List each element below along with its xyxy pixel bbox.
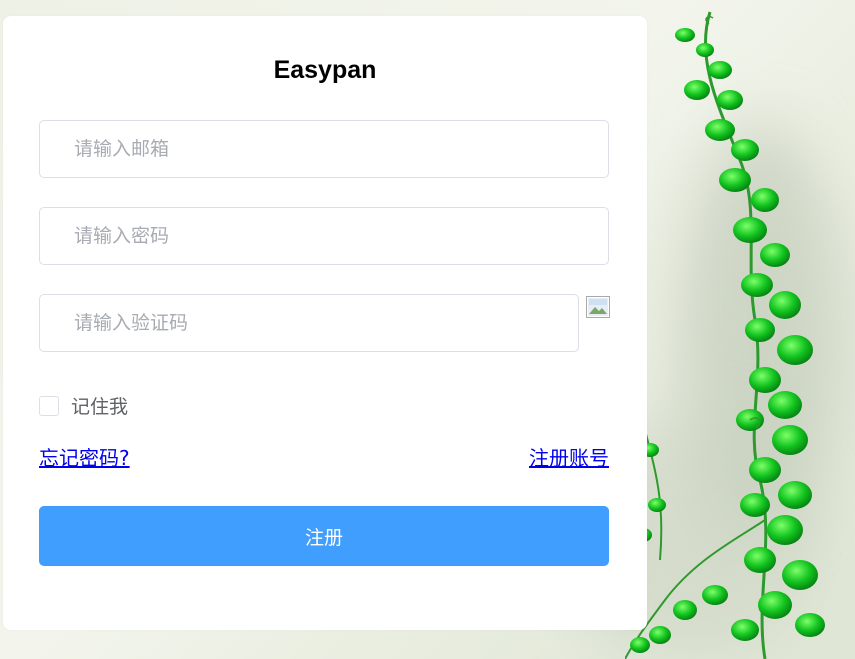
remember-me[interactable]: 记住我 xyxy=(39,392,128,419)
app-title: Easypan xyxy=(273,56,377,84)
password-input[interactable] xyxy=(40,208,608,264)
register-account-link[interactable]: 注册账号 xyxy=(529,442,609,471)
register-button[interactable]: 注册 xyxy=(39,506,609,566)
password-field-wrapper xyxy=(39,207,609,265)
login-page: Easypan 记住我 忘记密码? 注册账号 注册 xyxy=(0,0,855,659)
green-vine-leaves-background xyxy=(625,11,825,659)
forgot-password-link[interactable]: 忘记密码? xyxy=(39,442,130,471)
captcha-input[interactable] xyxy=(40,295,578,351)
remember-checkbox[interactable] xyxy=(39,395,59,416)
register-card: Easypan 记住我 忘记密码? 注册账号 注册 xyxy=(3,16,647,630)
remember-label: 记住我 xyxy=(71,396,129,418)
captcha-field-wrapper xyxy=(39,294,579,352)
email-input[interactable] xyxy=(40,121,608,177)
broken-image-icon[interactable] xyxy=(586,296,610,318)
email-field-wrapper xyxy=(39,120,609,178)
